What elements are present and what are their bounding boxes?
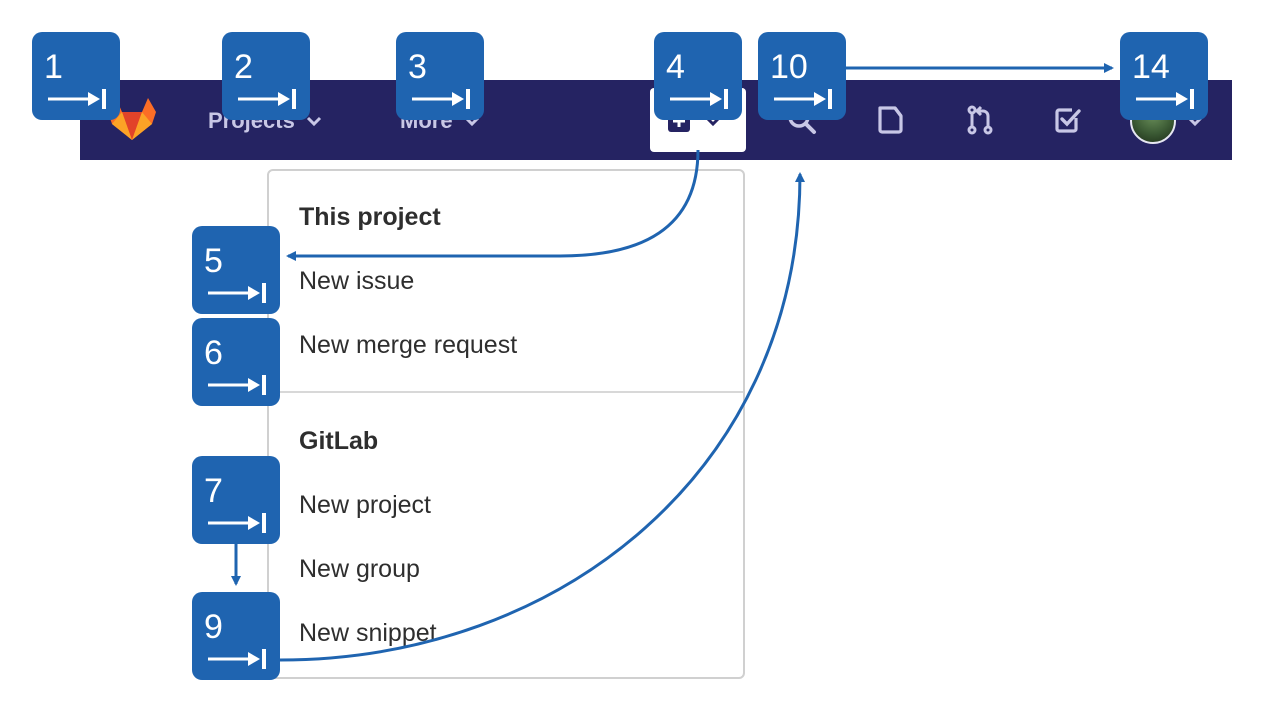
tab-order-badge-6: 6 [192,318,280,406]
tab-key-icon [238,89,296,109]
tab-order-badge-10: 10 [758,32,846,120]
menu-item-new-project[interactable]: New project [299,491,431,520]
tab-order-badge-1: 1 [32,32,120,120]
menu-divider [269,391,743,393]
badge-number: 6 [204,334,223,372]
menu-item-new-issue[interactable]: New issue [299,267,414,296]
merge-requests-button[interactable] [962,102,998,138]
badge-number: 14 [1132,48,1170,86]
todo-checkbox-icon [1055,108,1081,133]
menu-item-new-snippet[interactable]: New snippet [299,619,437,648]
tab-order-badge-14: 14 [1120,32,1208,120]
merge-request-icon [967,105,993,135]
badge-number: 2 [234,48,253,86]
tab-key-icon [1136,89,1194,109]
issues-icon [878,106,903,134]
tab-key-icon [208,649,266,669]
issues-button[interactable] [873,102,909,138]
badge-number: 4 [666,48,685,86]
badge-number: 5 [204,242,223,280]
tab-order-badge-4: 4 [654,32,742,120]
tab-order-badge-3: 3 [396,32,484,120]
tab-key-icon [208,283,266,303]
badge-number: 1 [44,48,63,86]
menu-item-new-group[interactable]: New group [299,555,420,584]
tab-key-icon [208,513,266,533]
badge-number: 7 [204,472,223,510]
badge-number: 10 [770,48,808,86]
tab-order-badge-2: 2 [222,32,310,120]
section-header-gitlab: GitLab [299,427,379,455]
section-header-this-project: This project [299,203,441,231]
badge-number: 9 [204,608,223,646]
tab-order-badge-7: 7 [192,456,280,544]
tab-key-icon [48,89,106,109]
tab-key-icon [208,375,266,395]
tab-key-icon [412,89,470,109]
badge-number: 3 [408,48,427,86]
tab-order-badge-9: 9 [192,592,280,680]
tab-key-icon [774,89,832,109]
new-dropdown-menu: This project New issue New merge request… [267,169,745,679]
menu-item-new-merge-request[interactable]: New merge request [299,331,517,360]
tab-key-icon [670,89,728,109]
todos-button[interactable] [1050,102,1086,138]
tab-order-badge-5: 5 [192,226,280,314]
